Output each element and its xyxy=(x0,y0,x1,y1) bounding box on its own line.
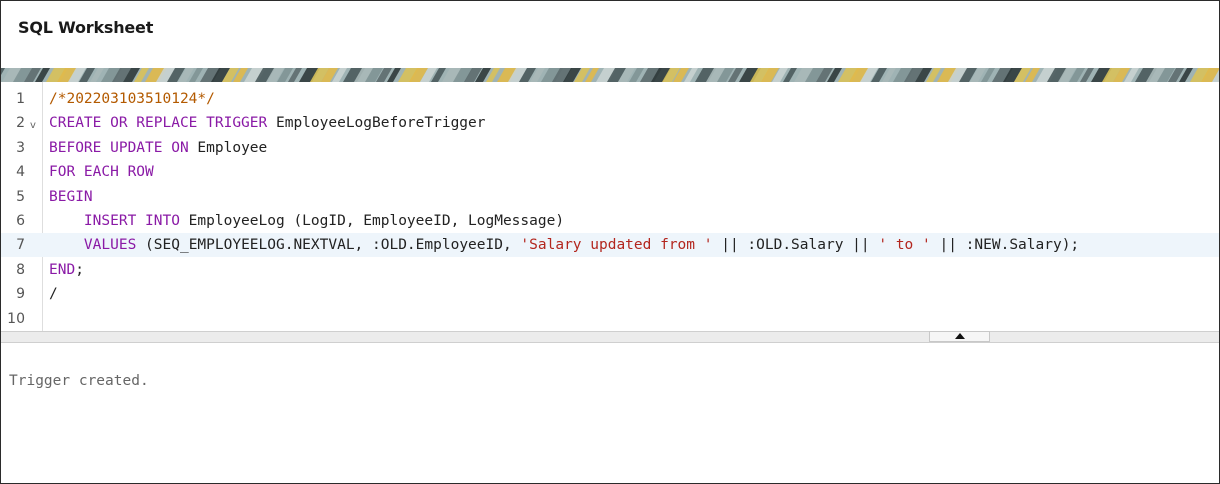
collapse-output-button[interactable] xyxy=(929,331,990,342)
code-text: END; xyxy=(49,258,84,282)
code-line[interactable]: 1 /*202203103510124*/ xyxy=(1,87,1219,111)
line-number: 1 xyxy=(16,91,25,107)
line-number: 5 xyxy=(16,188,25,205)
fold-toggle-icon[interactable]: v xyxy=(30,114,36,138)
code-token: ' to ' xyxy=(878,237,931,254)
code-text: CREATE OR REPLACE TRIGGER EmployeeLogBef… xyxy=(49,111,486,135)
code-token: BEGIN xyxy=(49,188,93,205)
line-number: 4 xyxy=(16,164,25,181)
code-line[interactable]: 6 INSERT INTO EmployeeLog (LogID, Employ… xyxy=(1,209,1219,233)
code-token: END xyxy=(49,261,76,278)
code-token: EmployeeLog (LogID, EmployeeID, LogMessa… xyxy=(179,213,565,229)
code-token: EmployeeLogBeforeTrigger xyxy=(267,115,486,132)
line-number: 8 xyxy=(16,261,25,278)
code-line[interactable]: 7 VALUES (SEQ_EMPLOYEELOG.NEXTVAL, :OLD.… xyxy=(1,233,1219,258)
page-title: SQL Worksheet xyxy=(18,18,154,37)
output-panel: Trigger created. xyxy=(1,343,1219,483)
sql-worksheet-window: SQL Worksheet 1 /*202203103510124*/ 2 v CREA… xyxy=(0,0,1220,484)
code-text: BEGIN xyxy=(49,185,93,209)
code-text: /*202203103510124*/ xyxy=(49,87,215,111)
decorative-banner xyxy=(1,68,1219,82)
code-line[interactable]: 9/ xyxy=(1,282,1219,306)
code-token: /*202203103510124*/ xyxy=(49,91,215,107)
code-text: FOR EACH ROW xyxy=(49,160,154,184)
line-number: 7 xyxy=(16,237,25,254)
code-line[interactable]: 3 BEFORE UPDATE ON Employee xyxy=(1,136,1219,160)
line-number: 9 xyxy=(16,286,25,303)
line-number: 3 xyxy=(16,139,25,156)
code-token: INSERT INTO xyxy=(83,213,180,229)
line-number: 10 xyxy=(7,310,25,327)
sql-editor[interactable]: 1 /*202203103510124*/ 2 v CREATE OR REPLACE … xyxy=(1,82,1219,331)
code-line[interactable]: 4 FOR EACH ROW xyxy=(1,160,1219,184)
line-number: 2 xyxy=(16,115,25,132)
code-token: VALUES xyxy=(83,237,137,254)
output-message: Trigger created. xyxy=(9,373,149,389)
code-text: VALUES (SEQ_EMPLOYEELOG.NEXTVAL, :OLD.Em… xyxy=(49,233,1079,257)
code-token: 'Salary updated from ' xyxy=(520,237,713,254)
code-token: / xyxy=(49,286,58,303)
code-token: ; xyxy=(75,261,84,278)
code-token: FOR EACH ROW xyxy=(49,164,154,181)
code-line[interactable]: 2 v CREATE OR REPLACE TRIGGER EmployeeLogB… xyxy=(1,111,1219,135)
code-token: Employee xyxy=(188,139,268,156)
code-text: INSERT INTO EmployeeLog (LogID, Employee… xyxy=(49,209,564,233)
code-text: BEFORE UPDATE ON Employee xyxy=(49,136,267,160)
code-token: BEFORE UPDATE ON xyxy=(49,139,189,156)
code-line[interactable]: 8 END; xyxy=(1,258,1219,282)
worksheet-header: SQL Worksheet xyxy=(1,1,1219,68)
code-line[interactable]: 10 xyxy=(1,307,1219,331)
code-token: || :NEW.Salary); xyxy=(930,237,1080,254)
code-line[interactable]: 5 BEGIN xyxy=(1,185,1219,209)
code-token: || :OLD.Salary || xyxy=(712,237,879,254)
code-token: CREATE OR REPLACE TRIGGER xyxy=(49,115,268,132)
line-number: 6 xyxy=(16,213,25,229)
panel-splitter[interactable] xyxy=(1,331,1219,343)
code-token: (SEQ_EMPLOYEELOG.NEXTVAL, :OLD.EmployeeI… xyxy=(136,237,521,254)
code-text: / xyxy=(49,282,58,306)
caret-up-icon xyxy=(955,333,965,339)
